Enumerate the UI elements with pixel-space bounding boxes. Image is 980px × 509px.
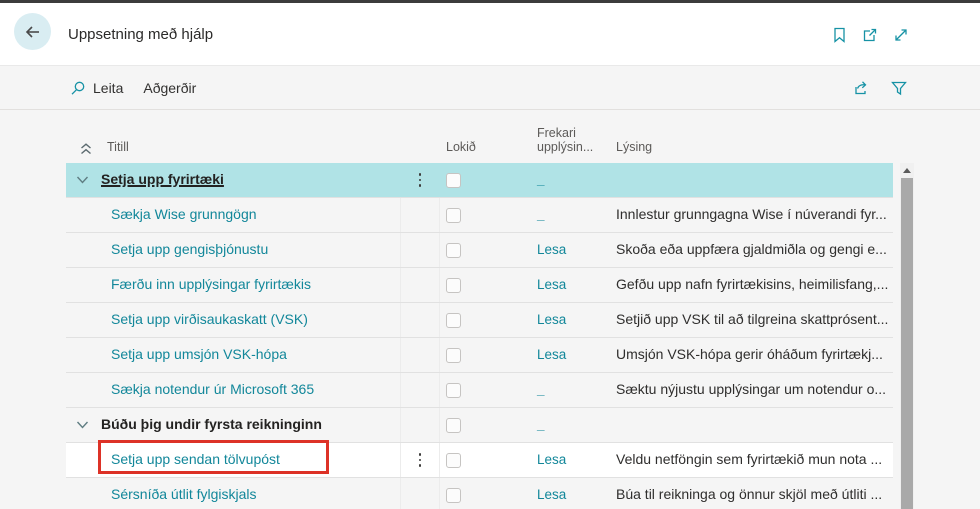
page-content: Leita Aðgerðir	[0, 66, 980, 509]
search-icon	[70, 80, 86, 96]
actionbar-left: Leita Aðgerðir	[0, 80, 196, 96]
table-row[interactable]: Færðu inn upplýsingar fyrirtækis Lesa Ge…	[66, 268, 893, 303]
done-checkbox[interactable]	[446, 453, 461, 468]
row-description: Gefðu upp nafn fyrirtækisins, heimilisfa…	[616, 276, 888, 292]
more-info-link[interactable]: Lesa	[537, 242, 566, 257]
page-title: Uppsetning með hjálp	[68, 3, 213, 66]
done-checkbox[interactable]	[446, 383, 461, 398]
more-info-link[interactable]: _	[537, 382, 545, 397]
table-row[interactable]: Setja upp umsjón VSK-hópa Lesa Umsjón VS…	[66, 338, 893, 373]
more-info-link[interactable]: Lesa	[537, 487, 566, 502]
row-title-link[interactable]: Sérsníða útlit fylgiskjals	[111, 486, 257, 502]
table-row[interactable]: Setja upp gengisþjónustu Lesa Skoða eða …	[66, 233, 893, 268]
more-info-link[interactable]: _	[537, 207, 545, 222]
chevron-down-icon[interactable]	[76, 176, 89, 185]
table-row[interactable]: Setja upp virðisaukaskatt (VSK) Lesa Set…	[66, 303, 893, 338]
app-window: Uppsetning með hjálp	[0, 0, 980, 509]
row-description: Innlestur grunngagna Wise í núverandi fy…	[616, 206, 887, 222]
search-button[interactable]: Leita	[70, 80, 123, 96]
row-title-link[interactable]: Búðu þig undir fyrsta reikninginn	[101, 416, 322, 432]
row-title-link[interactable]: Setja upp fyrirtæki	[101, 171, 224, 187]
column-header-description[interactable]: Lýsing	[610, 140, 893, 163]
table-row[interactable]: Sérsníða útlit fylgiskjals Lesa Búa til …	[66, 478, 893, 509]
table-row[interactable]: Sækja Wise grunngögn _ Innlestur grunnga…	[66, 198, 893, 233]
table-header-row: Titill Lokið Frekari upplýsin... Lýsing	[66, 110, 893, 163]
table-row[interactable]: Setja upp sendan tölvupóst Lesa Veldu ne…	[66, 443, 893, 478]
row-title-link[interactable]: Setja upp virðisaukaskatt (VSK)	[111, 311, 308, 327]
column-header-done[interactable]: Lokið	[440, 140, 531, 163]
row-title-link[interactable]: Sækja notendur úr Microsoft 365	[111, 381, 314, 397]
more-info-link[interactable]: _	[537, 172, 545, 187]
row-title-link[interactable]: Setja upp umsjón VSK-hópa	[111, 346, 287, 362]
vertical-scrollbar[interactable]	[900, 163, 914, 509]
done-checkbox[interactable]	[446, 278, 461, 293]
row-description: Veldu netföngin sem fyrirtækið mun nota …	[616, 451, 882, 467]
row-title-link[interactable]: Sækja Wise grunngögn	[111, 206, 257, 222]
table-body: Setja upp fyrirtæki _ Sækja Wise grunngö…	[66, 163, 893, 509]
row-description: Setjið upp VSK til að tilgreina skattpró…	[616, 311, 888, 327]
column-header-title[interactable]: Titill	[66, 140, 400, 163]
done-checkbox[interactable]	[446, 348, 461, 363]
row-menu-icon[interactable]	[419, 453, 422, 467]
more-info-link[interactable]: Lesa	[537, 312, 566, 327]
title-bar: Uppsetning með hjálp	[0, 3, 980, 66]
more-info-link[interactable]: _	[537, 417, 545, 432]
setup-list-table: Titill Lokið Frekari upplýsin... Lýsing	[66, 110, 893, 509]
row-title-link[interactable]: Setja upp gengisþjónustu	[111, 241, 268, 257]
row-title-link[interactable]: Setja upp sendan tölvupóst	[111, 451, 280, 467]
column-gutter	[400, 110, 440, 163]
done-checkbox[interactable]	[446, 243, 461, 258]
row-description: Búa til reikninga og önnur skjöl með útl…	[616, 486, 882, 502]
back-button[interactable]	[14, 13, 51, 50]
more-info-link[interactable]: Lesa	[537, 452, 566, 467]
more-info-link[interactable]: Lesa	[537, 277, 566, 292]
collapse-all-icon[interactable]	[78, 141, 94, 156]
row-description: Skoða eða uppfæra gjaldmiðla og gengi e.…	[616, 241, 887, 257]
row-title-link[interactable]: Færðu inn upplýsingar fyrirtækis	[111, 276, 311, 292]
row-description: Umsjón VSK-hópa gerir óháðum fyrirtækj..…	[616, 346, 883, 362]
done-checkbox[interactable]	[446, 418, 461, 433]
share-icon[interactable]	[853, 79, 872, 97]
action-bar: Leita Aðgerðir	[0, 66, 980, 110]
titlebar-icons	[831, 3, 980, 66]
actions-label: Aðgerðir	[143, 80, 196, 96]
table-row[interactable]: Setja upp fyrirtæki _	[66, 163, 893, 198]
open-in-window-icon[interactable]	[861, 26, 879, 44]
actionbar-right	[853, 66, 980, 110]
scrollbar-up-arrow[interactable]	[900, 163, 914, 177]
actions-menu-button[interactable]: Aðgerðir	[143, 80, 196, 96]
table-row[interactable]: Búðu þig undir fyrsta reikninginn _	[66, 408, 893, 443]
more-info-link[interactable]: Lesa	[537, 347, 566, 362]
row-menu-icon[interactable]	[419, 173, 422, 187]
expand-fullscreen-icon[interactable]	[892, 26, 910, 44]
scrollbar-thumb[interactable]	[901, 178, 913, 509]
done-checkbox[interactable]	[446, 313, 461, 328]
row-description: Sæktu nýjustu upplýsingar um notendur o.…	[616, 381, 886, 397]
done-checkbox[interactable]	[446, 208, 461, 223]
chevron-down-icon[interactable]	[76, 421, 89, 430]
table-row[interactable]: Sækja notendur úr Microsoft 365 _ Sæktu …	[66, 373, 893, 408]
back-arrow-icon	[23, 22, 43, 42]
done-checkbox[interactable]	[446, 488, 461, 503]
bookmark-icon[interactable]	[831, 26, 848, 44]
done-checkbox[interactable]	[446, 173, 461, 188]
search-label: Leita	[93, 80, 123, 96]
column-header-more-info[interactable]: Frekari upplýsin...	[531, 126, 610, 163]
filter-icon[interactable]	[890, 79, 908, 97]
